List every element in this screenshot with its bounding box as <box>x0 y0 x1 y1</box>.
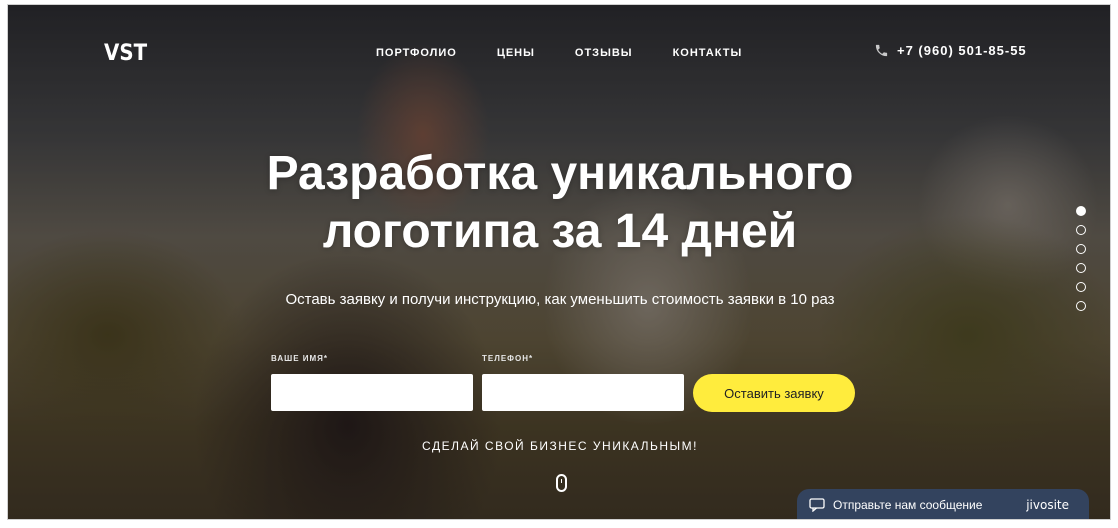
name-input[interactable] <box>271 374 473 411</box>
phone-icon <box>875 44 888 57</box>
brand-logo[interactable]: VST <box>104 41 147 66</box>
submit-request-button[interactable]: Оставить заявку <box>693 374 855 412</box>
phone-field-label: ТЕЛЕФОН* <box>482 354 534 363</box>
slide-pagination <box>1076 206 1086 311</box>
slide-dot-6[interactable] <box>1076 301 1086 311</box>
header-phone[interactable]: +7 (960) 501-85-55 <box>874 43 1027 58</box>
slide-dot-2[interactable] <box>1076 225 1086 235</box>
slide-dot-5[interactable] <box>1076 282 1086 292</box>
hero-title-line-2: логотипа за 14 дней <box>322 205 798 258</box>
chat-widget-label: Отправьте нам сообщение <box>833 498 983 512</box>
main-nav: ПОРТФОЛИО ЦЕНЫ ОТЗЫВЫ КОНТАКТЫ <box>376 47 742 59</box>
chat-widget[interactable]: Отправьте нам сообщение jivosite <box>797 489 1089 519</box>
slide-dot-3[interactable] <box>1076 244 1086 254</box>
jivosite-logo: jivosite <box>1026 498 1069 512</box>
hero-title-line-1: Разработка уникального <box>266 147 854 200</box>
scroll-down-mouse-icon[interactable] <box>556 474 567 492</box>
message-icon <box>809 498 825 512</box>
slide-dot-4[interactable] <box>1076 263 1086 273</box>
nav-item-reviews[interactable]: ОТЗЫВЫ <box>575 47 633 59</box>
nav-item-contacts[interactable]: КОНТАКТЫ <box>673 47 743 59</box>
hero-subtitle: Оставь заявку и получи инструкцию, как у… <box>285 291 835 308</box>
page-frame: VST ПОРТФОЛИО ЦЕНЫ ОТЗЫВЫ КОНТАКТЫ +7 (9… <box>7 4 1111 520</box>
nav-item-prices[interactable]: ЦЕНЫ <box>497 47 535 59</box>
hero-title: Разработка уникального логотипа за 14 дн… <box>8 145 1110 261</box>
phone-number: +7 (960) 501-85-55 <box>897 43 1027 58</box>
slide-dot-1[interactable] <box>1076 206 1086 216</box>
phone-input[interactable] <box>482 374 684 411</box>
hero-tagline: СДЕЛАЙ СВОЙ БИЗНЕС УНИКАЛЬНЫМ! <box>422 439 698 453</box>
name-field-label: ВАШЕ ИМЯ* <box>271 354 329 363</box>
nav-item-portfolio[interactable]: ПОРТФОЛИО <box>376 47 457 59</box>
